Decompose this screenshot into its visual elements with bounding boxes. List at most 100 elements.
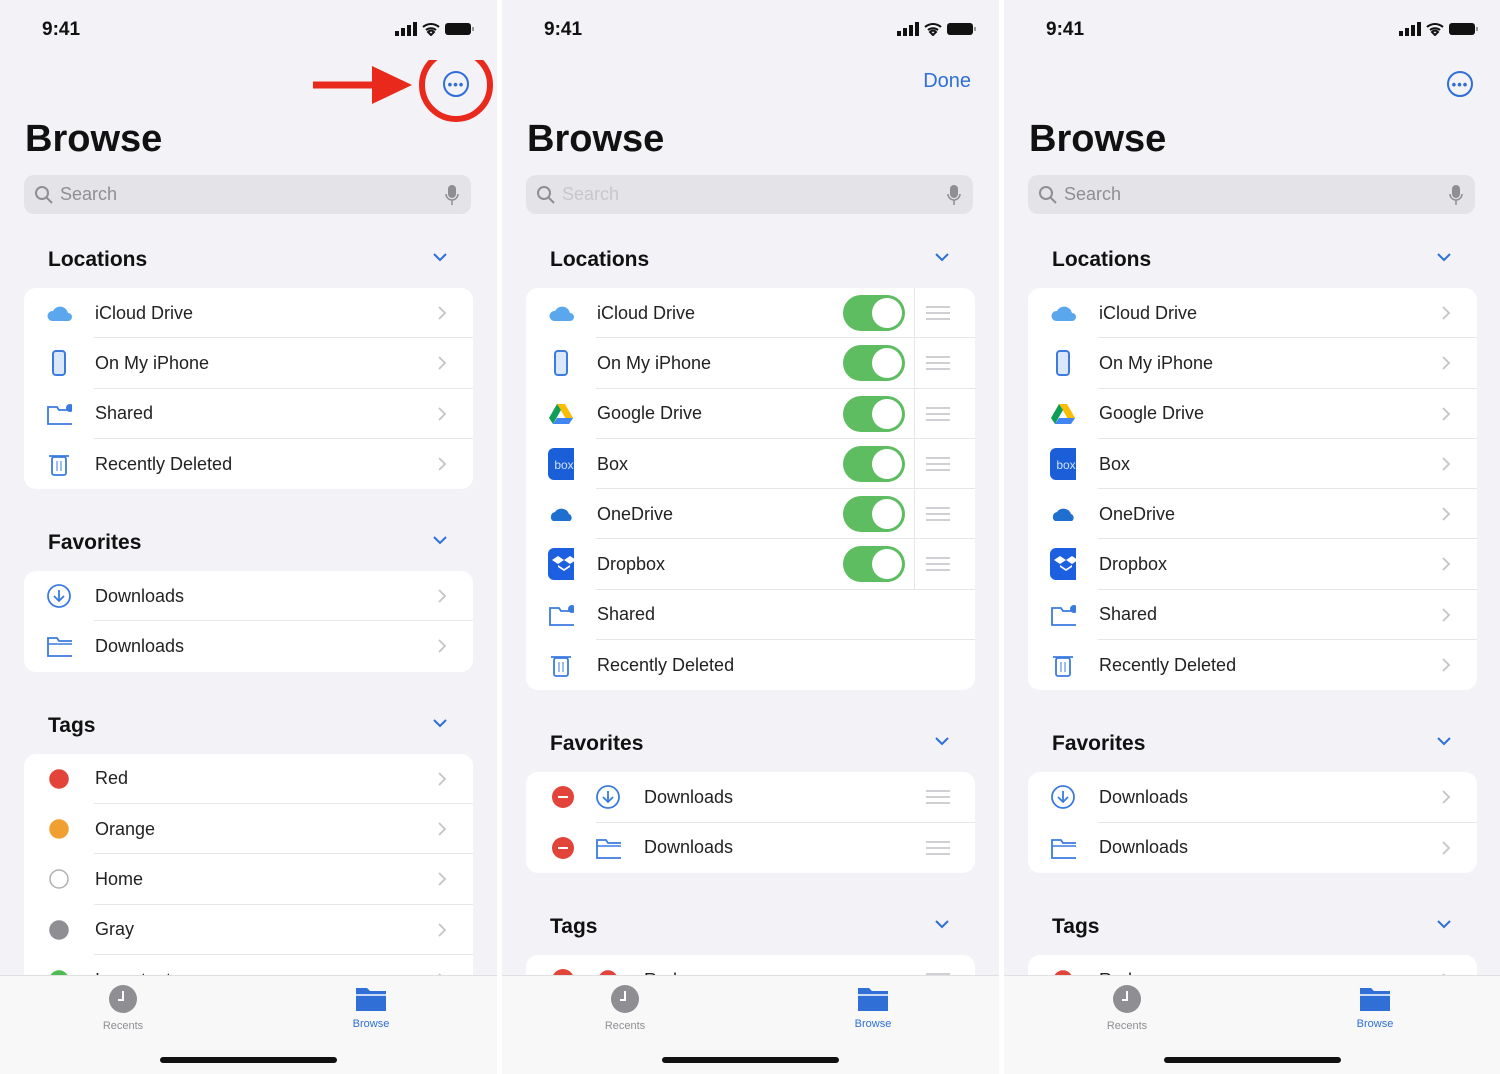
list-item-box[interactable]: box Box bbox=[526, 438, 975, 490]
chevron-down-icon[interactable] bbox=[432, 533, 448, 551]
microphone-icon[interactable] bbox=[445, 184, 459, 211]
list-item-onedrive[interactable]: OneDrive bbox=[1028, 489, 1477, 540]
remove-button[interactable] bbox=[552, 836, 574, 859]
list-item-downloads[interactable]: Downloads bbox=[24, 571, 473, 622]
section-header-locations[interactable]: Locations bbox=[1004, 236, 1500, 284]
list-item-icloud-drive[interactable]: iCloud Drive bbox=[1028, 288, 1477, 339]
search-placeholder: Search bbox=[562, 184, 620, 204]
toggle-switch[interactable] bbox=[843, 395, 905, 432]
list-item-box[interactable]: box Box bbox=[1028, 439, 1477, 490]
tab-recents[interactable]: Recents bbox=[585, 984, 665, 1032]
home-indicator[interactable] bbox=[1164, 1057, 1341, 1063]
list-item-downloads[interactable]: Downloads bbox=[1028, 772, 1477, 823]
section-header-favorites[interactable]: Favorites bbox=[1004, 720, 1500, 768]
microphone-icon[interactable] bbox=[1449, 184, 1463, 211]
toggle-switch[interactable] bbox=[843, 295, 905, 331]
list-item-google-drive[interactable]: Google Drive bbox=[526, 388, 975, 439]
list-item-icloud-drive[interactable]: iCloud Drive bbox=[24, 288, 473, 339]
remove-button[interactable] bbox=[552, 786, 574, 809]
list-item-red[interactable]: Red bbox=[24, 754, 473, 805]
list-item-on-my-iphone[interactable]: On My iPhone bbox=[24, 338, 473, 389]
page-title: Browse bbox=[25, 118, 163, 160]
microphone-icon[interactable] bbox=[947, 184, 961, 211]
list-item-dropbox[interactable]: Dropbox bbox=[1028, 539, 1477, 590]
drag-handle-icon[interactable] bbox=[926, 790, 950, 808]
drag-handle-icon[interactable] bbox=[926, 306, 950, 324]
chevron-down-icon[interactable] bbox=[934, 917, 950, 935]
list-item-icloud-drive[interactable]: iCloud Drive bbox=[526, 288, 975, 339]
list-item-on-my-iphone[interactable]: On My iPhone bbox=[1028, 338, 1477, 389]
chevron-right-icon bbox=[437, 871, 447, 892]
search-field[interactable]: Search bbox=[1028, 175, 1475, 214]
tab-browse[interactable]: Browse bbox=[331, 984, 411, 1030]
section-header-tags[interactable]: Tags bbox=[1004, 903, 1500, 951]
download-icon bbox=[46, 583, 72, 609]
list-item-gray[interactable]: Gray bbox=[24, 905, 473, 955]
search-field[interactable]: Search bbox=[24, 175, 471, 214]
section-header-tags[interactable]: Tags bbox=[502, 903, 999, 951]
home-indicator[interactable] bbox=[160, 1057, 337, 1063]
chevron-down-icon[interactable] bbox=[934, 250, 950, 268]
list-item-on-my-iphone[interactable]: On My iPhone bbox=[526, 338, 975, 389]
list-item-recently-deleted[interactable]: Recently Deleted bbox=[24, 439, 473, 489]
chevron-down-icon[interactable] bbox=[934, 734, 950, 752]
chevron-down-icon[interactable] bbox=[1436, 917, 1452, 935]
toggle-switch[interactable] bbox=[843, 546, 905, 583]
section-header-tags[interactable]: Tags bbox=[0, 702, 497, 750]
section-title: Locations bbox=[550, 248, 650, 271]
box-icon: box bbox=[1050, 447, 1076, 480]
drag-handle-icon[interactable] bbox=[926, 406, 950, 425]
search-field[interactable]: Search bbox=[526, 175, 973, 214]
page-title: Browse bbox=[527, 118, 665, 160]
list-item-shared[interactable]: Shared bbox=[24, 389, 473, 439]
list-item-dropbox[interactable]: Dropbox bbox=[526, 539, 975, 590]
list-item-onedrive[interactable]: OneDrive bbox=[526, 489, 975, 540]
list-item-shared[interactable]: Shared bbox=[1028, 590, 1477, 641]
more-options-button[interactable]: ••• bbox=[1447, 71, 1473, 97]
trash-icon bbox=[46, 451, 72, 477]
section-header-favorites[interactable]: Favorites bbox=[0, 519, 497, 567]
drag-handle-icon[interactable] bbox=[926, 456, 950, 475]
item-label: Downloads bbox=[644, 837, 734, 858]
drag-handle-icon[interactable] bbox=[926, 507, 950, 525]
done-button[interactable]: Done bbox=[923, 70, 971, 93]
page-title: Browse bbox=[1029, 118, 1167, 160]
search-placeholder: Search bbox=[60, 184, 118, 204]
list-item-home[interactable]: Home bbox=[24, 854, 473, 905]
tab-label: Recents bbox=[604, 1020, 646, 1032]
svg-text:box: box bbox=[1056, 458, 1075, 472]
list-item-orange[interactable]: Orange bbox=[24, 804, 473, 855]
folder-icon bbox=[1050, 835, 1076, 861]
chevron-down-icon[interactable] bbox=[1436, 250, 1452, 268]
item-label: Box bbox=[1099, 453, 1131, 474]
list-item-recently-deleted[interactable]: Recently Deleted bbox=[526, 640, 975, 690]
drag-handle-icon[interactable] bbox=[926, 840, 950, 859]
tab-recents[interactable]: Recents bbox=[83, 984, 163, 1032]
section-list: iCloud Drive On My iPhone Shared Recently D… bbox=[24, 288, 473, 490]
list-item-downloads[interactable]: Downloads bbox=[526, 823, 975, 873]
section-header-locations[interactable]: Locations bbox=[502, 236, 999, 284]
tab-browse[interactable]: Browse bbox=[1335, 984, 1415, 1030]
toggle-switch[interactable] bbox=[843, 496, 905, 533]
list-item-downloads[interactable]: Downloads bbox=[526, 772, 975, 823]
chevron-down-icon[interactable] bbox=[432, 716, 448, 734]
section-header-favorites[interactable]: Favorites bbox=[502, 720, 999, 768]
drag-handle-icon[interactable] bbox=[926, 557, 950, 575]
toggle-switch[interactable] bbox=[843, 445, 905, 482]
chevron-down-icon[interactable] bbox=[432, 250, 448, 268]
toggle-switch[interactable] bbox=[843, 345, 905, 382]
list-item-downloads[interactable]: Downloads bbox=[24, 621, 473, 671]
list-item-downloads[interactable]: Downloads bbox=[1028, 823, 1477, 873]
list-item-google-drive[interactable]: Google Drive bbox=[1028, 389, 1477, 439]
chevron-down-icon[interactable] bbox=[1436, 734, 1452, 752]
search-icon bbox=[1039, 185, 1057, 204]
item-label: Shared bbox=[95, 403, 154, 424]
tag-dot-icon bbox=[46, 766, 72, 792]
drag-handle-icon[interactable] bbox=[926, 356, 950, 374]
home-indicator[interactable] bbox=[662, 1057, 839, 1063]
list-item-recently-deleted[interactable]: Recently Deleted bbox=[1028, 640, 1477, 690]
section-header-locations[interactable]: Locations bbox=[0, 236, 497, 284]
list-item-shared[interactable]: Shared bbox=[526, 590, 975, 641]
tab-recents[interactable]: Recents bbox=[1087, 984, 1167, 1032]
tab-browse[interactable]: Browse bbox=[833, 984, 913, 1030]
